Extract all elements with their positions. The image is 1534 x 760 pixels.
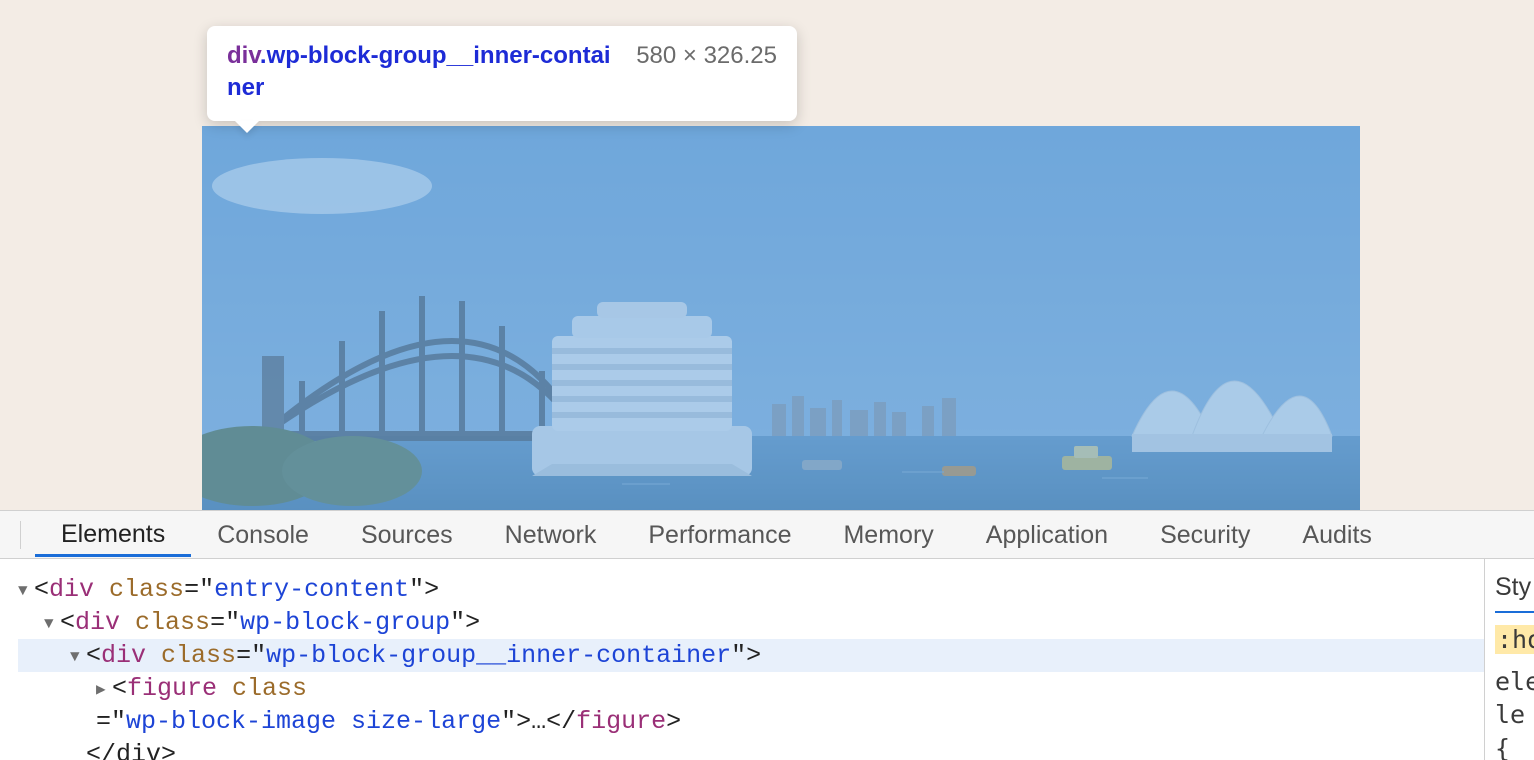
styles-tab-label[interactable]: Sty <box>1495 571 1534 613</box>
dom-tree[interactable]: ▼<div class="entry-content"> ▼<div class… <box>0 559 1484 760</box>
styles-rule-line: elem <box>1495 665 1534 699</box>
tab-console[interactable]: Console <box>191 513 335 557</box>
tab-security[interactable]: Security <box>1134 513 1276 557</box>
tab-audits[interactable]: Audits <box>1276 513 1397 557</box>
dom-node[interactable]: ▼<div class="wp-block-group"> <box>18 606 1484 639</box>
dom-node[interactable]: ▼<div class="entry-content"> <box>18 573 1484 606</box>
inspect-tooltip-dimensions: 580 × 326.25 <box>636 40 777 72</box>
inspect-tooltip: div.wp-block-group__inner-container 580 … <box>207 26 797 121</box>
devtools-tabbar: Elements Console Sources Network Perform… <box>0 511 1534 559</box>
disclosure-arrow-icon[interactable]: ▼ <box>70 647 86 668</box>
hero-image-svg <box>202 126 1360 510</box>
tab-memory[interactable]: Memory <box>817 513 959 557</box>
devtools-panel: Elements Console Sources Network Perform… <box>0 510 1534 760</box>
disclosure-arrow-icon[interactable]: ▶ <box>96 680 112 701</box>
styles-pane[interactable]: Sty :ho elem le { } <box>1484 559 1534 760</box>
page-preview: div.wp-block-group__inner-container 580 … <box>0 0 1534 510</box>
tabbar-separator <box>20 521 21 549</box>
tab-application[interactable]: Application <box>960 513 1134 557</box>
disclosure-arrow-icon[interactable]: ▼ <box>44 614 60 635</box>
styles-rule-line: le { <box>1495 698 1534 760</box>
tab-performance[interactable]: Performance <box>622 513 817 557</box>
styles-hov-toggle[interactable]: :ho <box>1495 625 1534 654</box>
dom-node[interactable]: ▶<figure class ="wp-block-image size-lar… <box>18 672 1484 738</box>
tab-network[interactable]: Network <box>479 513 623 557</box>
dom-node-selected[interactable]: ▼<div class="wp-block-group__inner-conta… <box>18 639 1484 672</box>
hero-image <box>202 126 1360 510</box>
disclosure-arrow-icon[interactable]: ▼ <box>18 581 34 602</box>
tab-sources[interactable]: Sources <box>335 513 479 557</box>
dom-node-close[interactable]: </div> <box>18 738 1484 760</box>
inspect-tooltip-selector: div.wp-block-group__inner-container <box>227 40 612 105</box>
tab-elements[interactable]: Elements <box>35 512 191 557</box>
